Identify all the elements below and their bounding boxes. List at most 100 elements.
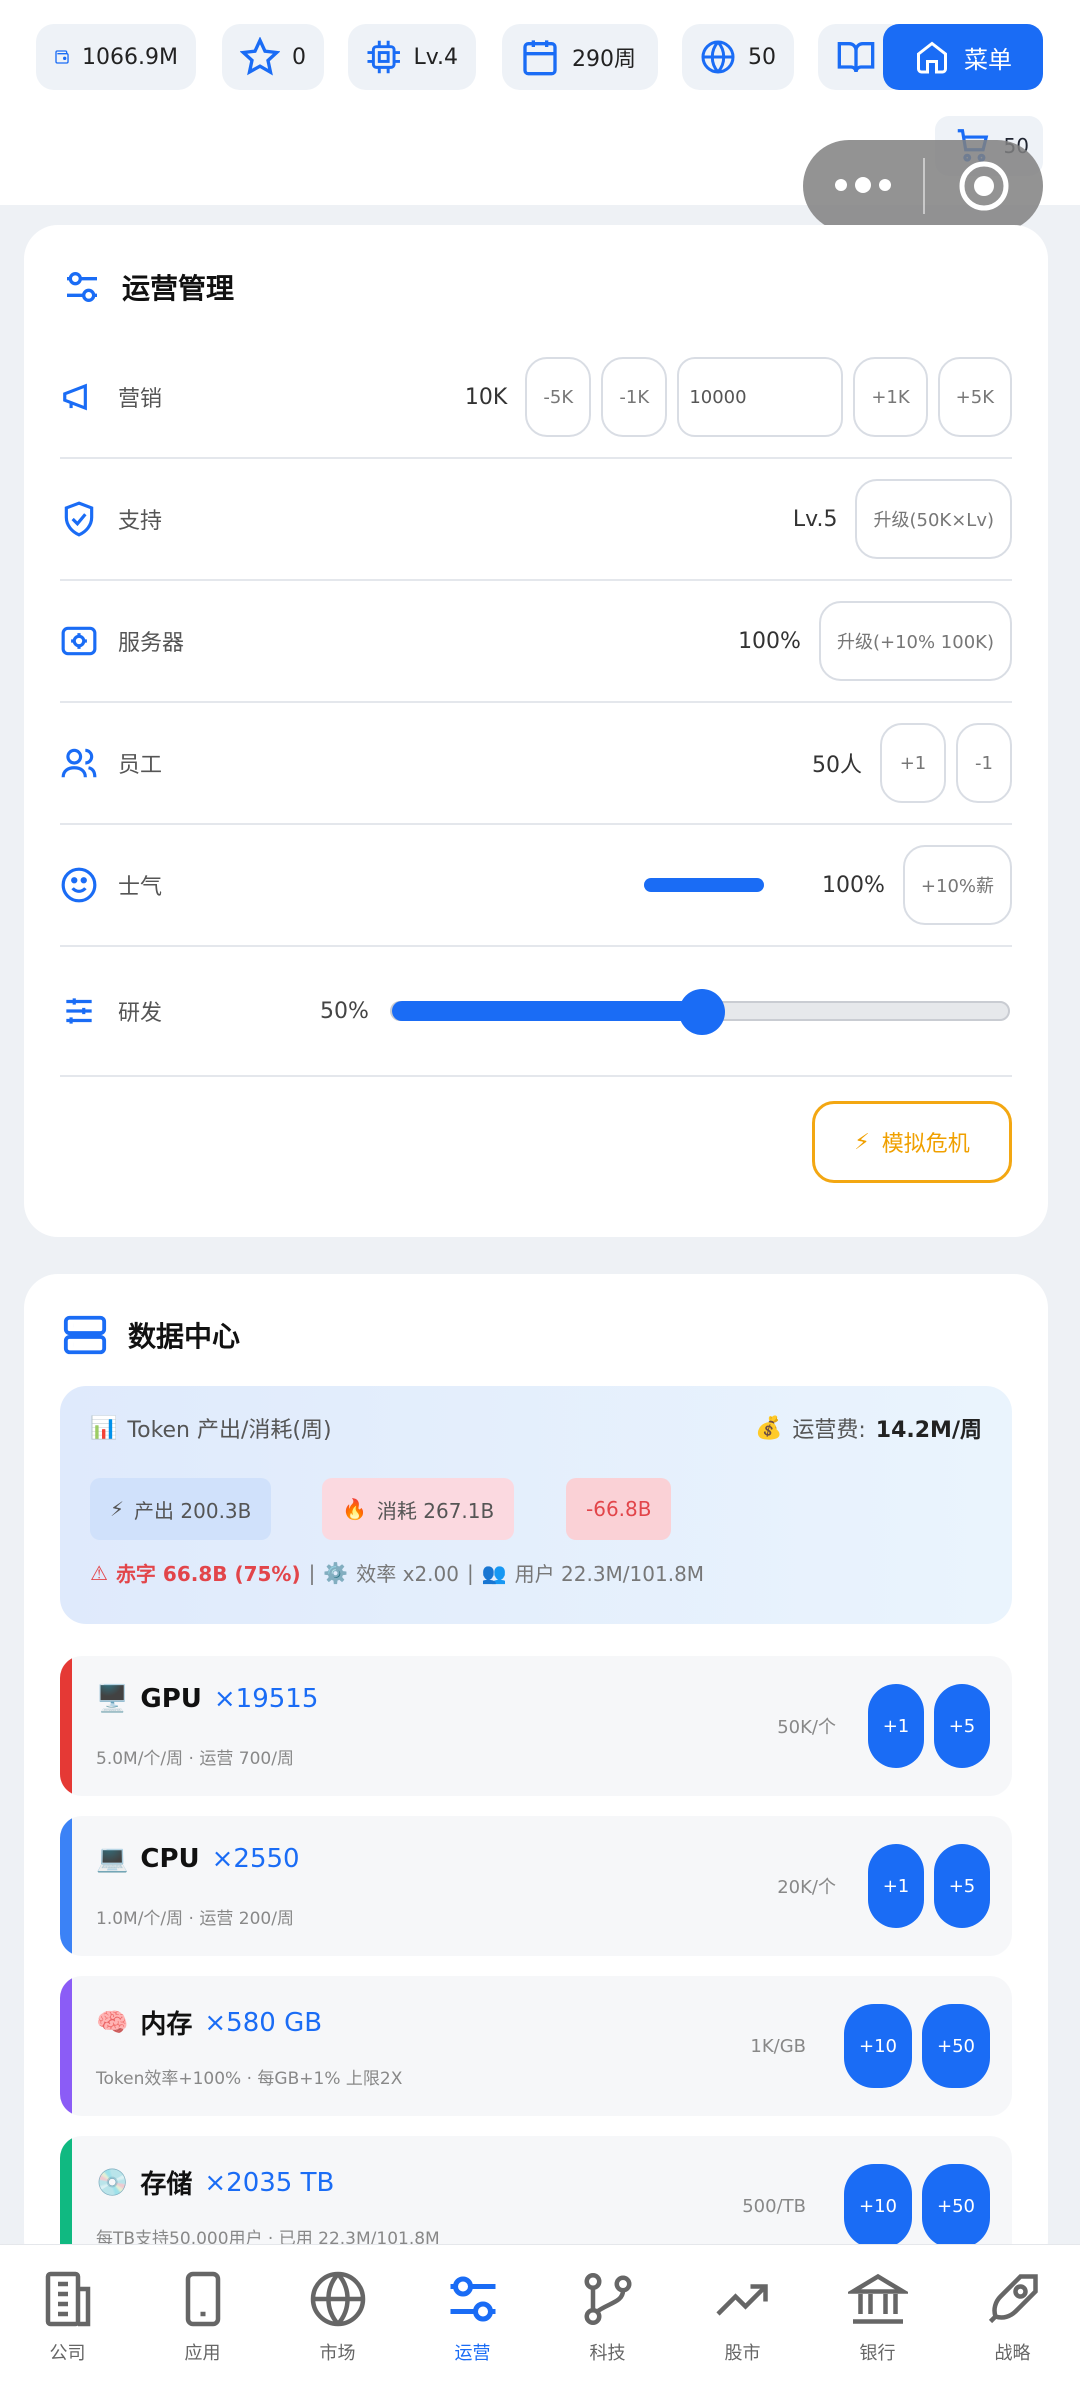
research-percent: 50% (320, 998, 369, 1024)
week-chip[interactable]: 290周 (502, 24, 658, 90)
disc-icon: 💿 (96, 2167, 129, 2198)
lightning-icon: ⚡ (854, 1129, 870, 1155)
storage-buy-50-button[interactable]: +50 (922, 2164, 990, 2248)
gpu-buy-1-button[interactable]: +1 (868, 1684, 924, 1768)
marketing-plus-1k-button[interactable]: +1K (853, 357, 928, 437)
support-value: Lv.5 (792, 506, 838, 532)
token-stats-panel: 📊 Token 产出/消耗(周) 💰 运营费: 14.2M/周 ⚡ 产出 200… (60, 1386, 1012, 1624)
regions-value: 50 (748, 44, 776, 70)
morale-bar (644, 878, 764, 892)
close-target-icon[interactable] (925, 160, 1043, 212)
menu-button[interactable]: 菜单 (883, 24, 1043, 90)
desktop-icon: 🖥️ (96, 1684, 129, 1714)
server-row: 服务器 100% 升级(+10% 100K) (60, 581, 1012, 703)
staff-minus-button[interactable]: -1 (956, 723, 1012, 803)
server-value: 100% (738, 628, 801, 654)
marketing-input[interactable] (677, 357, 844, 437)
nav-operations[interactable]: 运营 (405, 2245, 540, 2401)
operations-card: 运营管理 营销 10K -5K -1K +1K +5K 支持 Lv.5 升级(5… (24, 225, 1048, 1237)
nav-apps[interactable]: 应用 (135, 2245, 270, 2401)
miniapp-capsule[interactable] (803, 140, 1043, 232)
stars-chip[interactable]: 0 (222, 24, 324, 90)
deficit-text: 赤字 66.8B (75%) (115, 1562, 301, 1586)
marketing-value: 10K (464, 384, 508, 410)
week-value: 290周 (572, 47, 636, 72)
hardware-qty: ×2550 (211, 1844, 300, 1874)
staff-label: 员工 (118, 753, 163, 778)
money-chip[interactable]: 1066.9M (36, 24, 196, 90)
marketing-minus-5k-button[interactable]: -5K (525, 357, 592, 437)
smile-icon (61, 867, 97, 903)
cpu-buy-5-button[interactable]: +5 (934, 1844, 990, 1928)
hardware-price: 20K/个 (777, 1877, 836, 1898)
globe-icon (701, 40, 735, 74)
laptop-icon: 💻 (96, 1844, 129, 1874)
morale-raise-button[interactable]: +10%薪 (902, 845, 1012, 925)
net-badge: -66.8B (566, 1478, 672, 1540)
nav-company[interactable]: 公司 (0, 2245, 135, 2401)
stars-value: 0 (292, 44, 306, 70)
book-icon (837, 42, 875, 73)
building-icon (45, 2271, 90, 2327)
regions-chip[interactable]: 50 (682, 24, 794, 90)
hardware-qty: ×19515 (213, 1684, 319, 1714)
megaphone-icon (63, 383, 87, 411)
bar-chart-icon: 📊 (90, 1415, 118, 1441)
hardware-row-gpu: 🖥️ GPU ×19515 5.0M/个/周 · 运营 700/周 50K/个 … (60, 1656, 1012, 1796)
menu-label: 菜单 (964, 45, 1012, 74)
nav-market[interactable]: 市场 (270, 2245, 405, 2401)
users-text: 用户 22.3M/101.8M (514, 1562, 705, 1586)
staff-value: 50人 (812, 753, 862, 778)
memory-buy-10-button[interactable]: +10 (844, 2004, 912, 2088)
nav-stocks[interactable]: 股市 (675, 2245, 810, 2401)
hardware-name: 内存 (140, 2010, 193, 2040)
phone-icon (185, 2271, 220, 2327)
hardware-desc: Token效率+100% · 每GB+1% 上限2X (96, 2069, 403, 2089)
warning-icon: ⚠ (90, 1560, 108, 1585)
chip-icon (367, 40, 400, 74)
staff-plus-button[interactable]: +1 (880, 723, 946, 803)
gpu-buy-5-button[interactable]: +5 (934, 1684, 990, 1768)
level-chip[interactable]: Lv.4 (348, 24, 476, 90)
operations-title: 运营管理 (62, 267, 234, 307)
trend-icon (715, 2284, 768, 2316)
efficiency-text: 效率 x2.00 (356, 1562, 459, 1586)
gear-icon: ⚙️ (323, 1560, 349, 1585)
nav-strategy[interactable]: 战略 (945, 2245, 1080, 2401)
bank-icon (847, 2273, 908, 2324)
server-upgrade-button[interactable]: 升级(+10% 100K) (818, 601, 1012, 681)
research-slider-thumb[interactable] (679, 989, 725, 1035)
marketing-plus-5k-button[interactable]: +5K (937, 357, 1012, 437)
calendar-icon (523, 40, 557, 76)
nav-tech[interactable]: 科技 (540, 2245, 675, 2401)
token-title: Token 产出/消耗(周) (127, 1418, 332, 1443)
storage-buy-10-button[interactable]: +10 (844, 2164, 912, 2248)
morale-label: 士气 (118, 875, 163, 900)
morale-row: 士气 100% +10%薪 (60, 825, 1012, 947)
simulate-crisis-button[interactable]: ⚡ 模拟危机 (812, 1101, 1012, 1183)
nav-bank[interactable]: 银行 (810, 2245, 945, 2401)
memory-buy-50-button[interactable]: +50 (922, 2004, 990, 2088)
cpu-buy-1-button[interactable]: +1 (868, 1844, 924, 1928)
operations-icon (450, 2276, 495, 2322)
marketing-label: 营销 (118, 387, 163, 412)
globe-icon (310, 2271, 365, 2327)
hardware-qty: ×2035 TB (204, 2167, 335, 2198)
more-icon[interactable] (803, 177, 923, 193)
support-row: 支持 Lv.5 升级(50K×Lv) (60, 459, 1012, 581)
brain-icon: 🧠 (96, 2007, 129, 2038)
hardware-price: 50K/个 (777, 1717, 836, 1738)
research-slider[interactable] (390, 989, 1010, 1035)
marketing-minus-1k-button[interactable]: -1K (601, 357, 668, 437)
server-label: 服务器 (118, 631, 185, 656)
hardware-row-memory: 🧠 内存 ×580 GB Token效率+100% · 每GB+1% 上限2X … (60, 1976, 1012, 2116)
support-upgrade-button[interactable]: 升级(50K×Lv) (855, 479, 1012, 559)
hardware-name: CPU (140, 1844, 200, 1874)
hardware-price: 1K/GB (750, 2035, 806, 2057)
production-badge: ⚡ 产出 200.3B (90, 1478, 272, 1540)
fire-icon: 🔥 (342, 1497, 367, 1521)
gpu-accent-bar (60, 1656, 72, 1796)
git-branch-icon (584, 2273, 631, 2325)
level-value: Lv.4 (413, 44, 458, 70)
cost-value: 14.2M/周 (875, 1418, 982, 1443)
